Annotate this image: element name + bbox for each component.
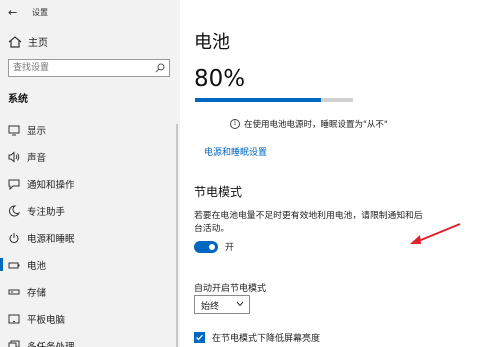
sidebar-item-label: 存储 [27,287,47,299]
sidebar-item-notifications[interactable]: 通知和操作 [0,170,180,197]
sidebar-item-focus-assist[interactable]: 专注助手 [0,197,180,224]
battery-percentage: 80% [194,66,246,92]
title-bar: ← 设置 [8,4,48,20]
sidebar-item-label: 显示 [27,125,47,137]
sidebar-item-storage[interactable]: 存储 [0,278,180,305]
info-icon: i [230,119,240,129]
battery-icon [8,259,20,271]
sidebar-item-label: 多任务处理 [27,341,75,347]
page-title: 电池 [194,32,230,53]
speaker-icon [8,150,20,163]
sleep-info-text: 在使用电池电源时，睡眠设置为"从不" [244,120,388,130]
display-icon [8,124,20,136]
reduce-brightness-row[interactable]: 在节电模式下降低屏幕亮度 [194,331,320,344]
power-sleep-settings-link[interactable]: 电源和睡眠设置 [204,145,267,158]
annotation-arrow-icon [410,223,461,244]
battery-saver-toggle-row[interactable]: 开 [194,240,234,253]
battery-level-fill [195,98,322,102]
notification-icon [8,178,20,190]
checkmark-icon [196,334,203,341]
section-title: 系统 [8,94,28,105]
storage-icon [8,286,20,298]
sidebar-item-label: 电源和睡眠 [27,233,75,245]
sidebar-item-battery[interactable]: 电池 [0,251,180,278]
auto-saver-dropdown[interactable]: 始终 [194,295,250,314]
sidebar-item-power-sleep[interactable]: 电源和睡眠 [0,224,180,251]
search-input[interactable] [13,60,153,76]
back-arrow-icon[interactable]: ← [8,6,22,19]
sidebar-item-sound[interactable]: 声音 [0,143,180,170]
home-icon [8,35,22,48]
battery-saver-description: 若要在电池电量不足时更有效地利用电池，请限制通知和后台活动。 [194,211,423,234]
toggle-knob [209,243,215,250]
app-title: 设置 [32,7,48,17]
reduce-brightness-checkbox[interactable] [194,332,205,343]
sidebar-item-multitasking[interactable]: 多任务处理 [0,332,180,347]
sidebar-item-label: 通知和操作 [27,179,75,191]
multitask-icon [8,340,20,347]
dropdown-value: 始终 [201,302,220,312]
search-box[interactable] [8,59,170,77]
moon-icon [8,204,20,217]
sidebar-scrollbar[interactable] [176,124,178,347]
sidebar-item-label: 专注助手 [27,206,66,218]
sidebar-nav: 显示 声音 通知和操作 专注助手 电源和睡眠 电池 存储 平板电脑 多任务处理 [0,116,180,347]
sidebar-item-display[interactable]: 显示 [0,116,180,143]
sidebar: ← 设置 主页 系统 显示 声音 [0,0,180,347]
toggle-state-label: 开 [225,243,235,253]
home-nav-item[interactable]: 主页 [8,34,48,49]
power-icon [8,232,20,244]
battery-level-bar [195,98,353,102]
chevron-down-icon [236,301,244,307]
tablet-icon [8,313,20,325]
auto-saver-label: 自动开启节电模式 [194,284,267,294]
home-label: 主页 [28,38,48,49]
battery-saver-toggle[interactable] [194,240,218,253]
battery-saver-heading: 节电模式 [194,185,243,199]
sidebar-item-label: 电池 [27,260,47,272]
main-content: 电池 80% i 在使用电池电源时，睡眠设置为"从不" 电源和睡眠设置 节电模式… [180,0,500,347]
sidebar-item-label: 平板电脑 [27,314,66,326]
sleep-info: i 在使用电池电源时，睡眠设置为"从不" [230,118,388,130]
sidebar-item-tablet[interactable]: 平板电脑 [0,305,180,332]
reduce-brightness-label: 在节电模式下降低屏幕亮度 [212,334,321,344]
sidebar-item-label: 声音 [27,152,47,164]
search-icon[interactable] [155,63,165,73]
